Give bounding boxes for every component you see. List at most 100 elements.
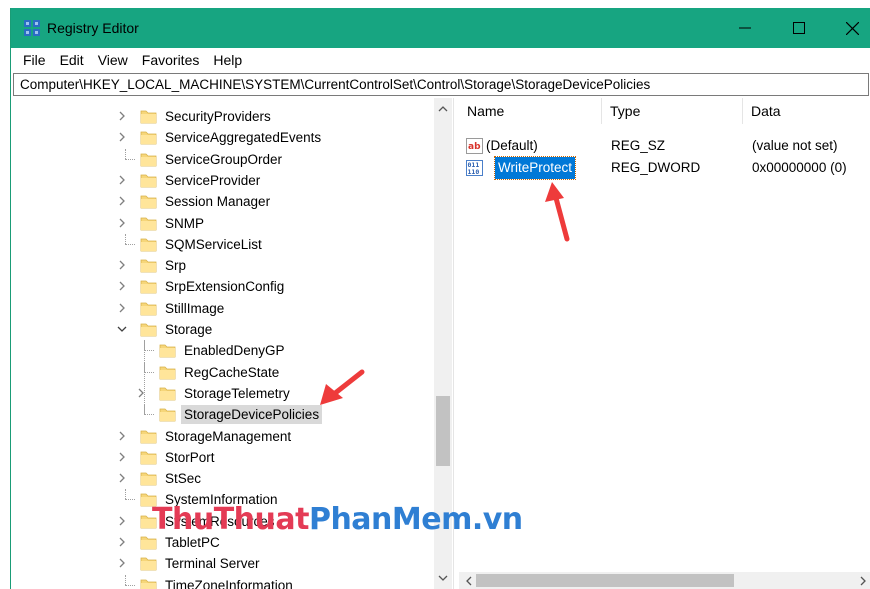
menu-view[interactable]: View (91, 48, 135, 73)
maximize-button[interactable] (772, 8, 826, 48)
tree-item[interactable]: StillImage (11, 298, 431, 319)
tree-item[interactable]: SQMServiceList (11, 233, 431, 255)
tree-branch-line (125, 233, 126, 244)
value-name: WriteProtect (493, 156, 577, 180)
tree-branch-line (144, 414, 154, 416)
folder-icon (140, 323, 157, 337)
tree-item[interactable]: TimeZoneInformation (11, 574, 431, 589)
registry-app-icon (24, 20, 40, 36)
tree-item[interactable]: ServiceAggregatedEvents (11, 127, 431, 148)
tree-item[interactable]: StorageDevicePolicies (11, 404, 431, 425)
chevron-right-icon[interactable] (116, 557, 128, 569)
chevron-right-icon[interactable] (116, 515, 128, 527)
tree-item[interactable]: ServiceProvider (11, 170, 431, 191)
value-row-writeprotect[interactable]: 011 110 WriteProtect REG_DWORD 0x0000000… (459, 156, 870, 180)
tree-item[interactable]: RegCacheState (11, 361, 431, 383)
tree-item[interactable]: ServiceGroupOrder (11, 148, 431, 170)
address-bar[interactable]: Computer\HKEY_LOCAL_MACHINE\SYSTEM\Curre… (13, 73, 869, 96)
chevron-right-icon[interactable] (116, 536, 128, 548)
tree-item[interactable]: Terminal Server (11, 553, 431, 574)
value-type: REG_SZ (611, 138, 666, 153)
tree-item-label: SNMP (165, 215, 205, 231)
tree-item[interactable]: Session Manager (11, 191, 431, 212)
tree-item-label: ServiceProvider (165, 172, 261, 188)
tree-item[interactable]: SNMP (11, 213, 431, 234)
value-data: (value not set) (752, 138, 838, 153)
chevron-right-icon[interactable] (116, 451, 128, 463)
chevron-right-icon[interactable] (116, 430, 128, 442)
tree-item-label: ServiceAggregatedEvents (165, 130, 322, 146)
folder-icon (140, 259, 157, 273)
tree-branch-line (125, 148, 126, 159)
scroll-left-icon[interactable] (459, 572, 477, 589)
chevron-right-icon[interactable] (116, 174, 128, 186)
minimize-icon (739, 27, 751, 29)
folder-icon (159, 408, 176, 422)
tree-item-label: SQMServiceList (165, 236, 262, 252)
folder-icon (140, 430, 157, 443)
folder-icon (140, 174, 157, 188)
title-bar[interactable]: Registry Editor (11, 8, 870, 48)
values-horizontal-scrollbar[interactable] (459, 572, 870, 589)
tree-branch-line (144, 350, 154, 352)
tree-item[interactable]: StorageTelemetry (11, 383, 431, 404)
tree-item-label: SrpExtensionConfig (165, 279, 285, 295)
menu-file[interactable]: File (16, 48, 53, 73)
tree-item-label: RegCacheState (184, 364, 280, 380)
chevron-right-icon[interactable] (116, 259, 128, 271)
tree-branch-line (125, 489, 126, 500)
watermark: ThuThuatPhanMem.vn (152, 502, 523, 537)
chevron-right-icon[interactable] (116, 217, 128, 229)
tree-item-label: SecurityProviders (165, 109, 271, 124)
tree-item-label: StillImage (165, 300, 225, 316)
tree-item[interactable]: EnabledDenyGP (11, 340, 431, 361)
folder-icon (140, 110, 157, 124)
tree-item-label: ServiceGroupOrder (165, 151, 283, 167)
values-scroll-thumb[interactable] (476, 574, 734, 587)
value-row-default[interactable]: ab (Default) REG_SZ (value not set) (459, 135, 870, 157)
menu-favorites[interactable]: Favorites (135, 48, 207, 73)
tree-item[interactable]: StSec (11, 468, 431, 489)
tree-item-label: Srp (165, 258, 187, 274)
folder-icon (140, 195, 157, 209)
string-value-icon: ab (466, 138, 483, 154)
folder-icon (159, 344, 176, 358)
tree-item[interactable]: StorPort (11, 447, 431, 468)
tree-branch-line (125, 574, 126, 585)
folder-icon (140, 217, 157, 230)
value-data: 0x00000000 (0) (752, 160, 847, 175)
folder-icon (159, 387, 176, 401)
tree-item-label: EnabledDenyGP (184, 343, 285, 359)
chevron-right-icon[interactable] (116, 302, 128, 314)
column-header-name[interactable]: Name (459, 98, 602, 124)
chevron-right-icon[interactable] (116, 195, 128, 207)
tree-item[interactable]: Storage (11, 319, 431, 340)
chevron-right-icon[interactable] (116, 472, 128, 484)
column-header-data[interactable]: Data (743, 98, 870, 124)
scroll-down-icon[interactable] (434, 570, 452, 587)
tree-item-label: StorageManagement (165, 428, 292, 444)
value-type: REG_DWORD (611, 160, 701, 175)
scroll-up-icon[interactable] (434, 100, 452, 117)
folder-icon (140, 557, 157, 571)
chevron-right-icon[interactable] (135, 387, 147, 399)
tree-branch-line (144, 340, 145, 351)
scroll-right-icon[interactable] (854, 572, 870, 589)
tree-item[interactable]: Srp (11, 255, 431, 276)
minimize-button[interactable] (718, 8, 772, 48)
menu-help[interactable]: Help (206, 48, 249, 73)
chevron-right-icon[interactable] (116, 131, 128, 143)
column-header-type[interactable]: Type (602, 98, 743, 124)
menu-edit[interactable]: Edit (53, 48, 91, 73)
tree-branch-line (144, 404, 145, 415)
folder-icon (140, 579, 157, 589)
dword-value-icon: 011 110 (466, 160, 483, 176)
close-button[interactable] (825, 8, 870, 48)
tree-item[interactable]: SecurityProviders (11, 106, 431, 127)
tree-item[interactable]: SrpExtensionConfig (11, 276, 431, 297)
chevron-right-icon[interactable] (116, 110, 128, 122)
tree-scroll-thumb[interactable] (436, 396, 450, 466)
tree-item[interactable]: StorageManagement (11, 426, 431, 447)
chevron-down-icon[interactable] (116, 323, 128, 335)
chevron-right-icon[interactable] (116, 280, 128, 292)
